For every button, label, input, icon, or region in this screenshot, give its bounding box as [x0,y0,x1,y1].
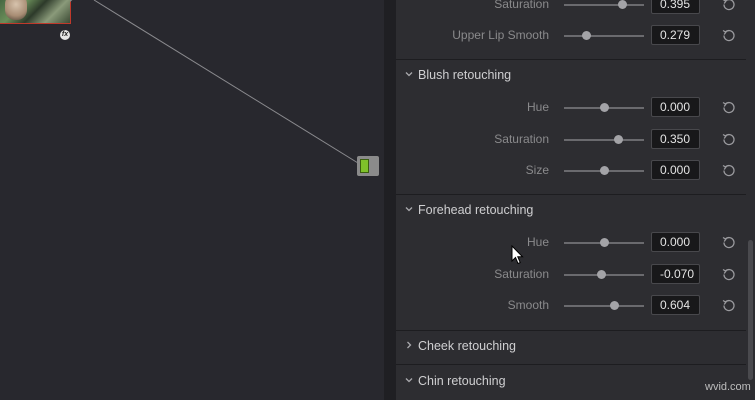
hue-value-field[interactable]: 0.000 [651,97,700,117]
param-row-size: Size 0.000 [396,156,755,186]
saturation-slider[interactable] [564,0,644,20]
upper-lip-smooth-slider[interactable] [564,21,644,51]
saturation-value-field[interactable]: -0.070 [651,264,700,284]
slider-handle[interactable] [582,31,592,40]
section-divider [396,59,755,60]
reset-icon[interactable] [722,0,736,11]
upper-lip-smooth-value-field[interactable]: 0.279 [651,25,700,45]
inspector-scrollbar[interactable] [746,0,755,400]
size-slider[interactable] [564,156,644,186]
node-connection-line [93,0,359,164]
slider-handle[interactable] [617,0,627,9]
mouse-pointer-icon [511,245,524,265]
hue-slider[interactable] [564,228,644,258]
param-row-hue: Hue 0.000 [396,228,755,258]
saturation-value-field[interactable]: 0.350 [651,129,700,149]
param-row-smooth: Smooth 0.604 [396,291,755,321]
chevron-right-icon [407,341,412,349]
scrollbar-thumb[interactable] [748,240,753,380]
output-node-input-icon [360,159,369,173]
smooth-value-field[interactable]: 0.604 [651,295,700,315]
reset-icon[interactable] [722,298,736,312]
section-title: Cheek retouching [418,339,516,353]
section-title: Blush retouching [418,68,512,82]
size-value-field[interactable]: 0.000 [651,160,700,180]
fx-icon: fx [60,30,70,40]
param-row-saturation: Saturation 0.350 [396,125,755,155]
thumbnail-image [5,0,27,20]
slider-handle[interactable] [600,238,609,247]
param-row-saturation: Saturation -0.070 [396,260,755,290]
smooth-slider[interactable] [564,291,644,321]
node-editor-canvas[interactable]: fx [0,0,384,400]
section-title: Forehead retouching [418,203,534,217]
slider-handle[interactable] [600,166,609,175]
hue-value-field[interactable]: 0.000 [651,232,700,252]
param-label: Hue [526,100,549,114]
node-thumbnail[interactable] [0,0,76,24]
param-row-saturation: Saturation 0.395 [396,0,755,20]
slider-handle[interactable] [614,135,624,144]
param-row-hue: Hue 0.000 [396,93,755,123]
reset-icon[interactable] [722,267,736,281]
param-label: Saturation [494,132,549,146]
param-label: Size [525,163,549,177]
reset-icon[interactable] [722,132,736,146]
section-divider [396,194,755,195]
section-header-cheek-retouching[interactable]: Cheek retouching [396,334,755,360]
reset-icon[interactable] [722,163,736,177]
param-label: Upper Lip Smooth [452,28,549,42]
slider-handle[interactable] [600,103,609,112]
section-title: Chin retouching [418,374,506,388]
section-divider [396,364,755,365]
saturation-slider[interactable] [564,125,644,155]
chevron-down-icon [405,207,413,212]
hue-slider[interactable] [564,93,644,123]
reset-icon[interactable] [722,100,736,114]
watermark: wvid.com [705,381,751,393]
param-row-upper-lip-smooth: Upper Lip Smooth 0.279 [396,21,755,51]
node-output-arrow-icon [70,0,76,2]
saturation-value-field[interactable]: 0.395 [651,0,700,14]
section-header-forehead-retouching[interactable]: Forehead retouching [396,198,755,224]
reset-icon[interactable] [722,235,736,249]
slider-handle[interactable] [596,270,606,279]
chevron-down-icon [405,72,413,77]
slider-handle[interactable] [609,301,619,310]
inspector-panel: Saturation 0.395 Upper Lip Smooth 0.279 … [396,0,755,400]
section-divider [396,330,755,331]
param-label: Smooth [507,298,549,312]
param-label: Hue [526,235,549,249]
param-label: Saturation [494,0,549,11]
section-header-chin-retouching[interactable]: Chin retouching [396,369,755,395]
panel-splitter[interactable] [384,0,396,400]
param-label: Saturation [494,267,549,281]
saturation-slider[interactable] [564,260,644,290]
chevron-down-icon [405,378,413,383]
output-node[interactable] [357,156,379,176]
section-header-blush-retouching[interactable]: Blush retouching [396,63,755,89]
reset-icon[interactable] [722,28,736,42]
